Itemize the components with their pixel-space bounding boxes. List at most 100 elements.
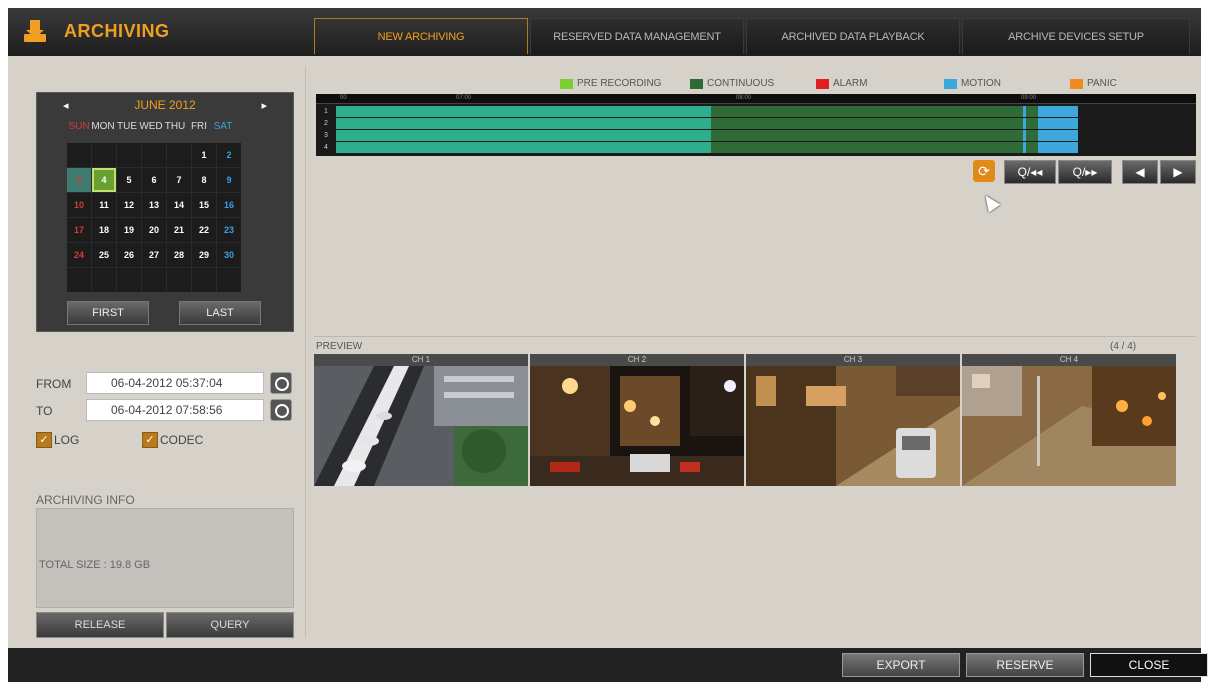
calendar-day[interactable]: 6 (142, 168, 166, 192)
timeline-ruler: 00 07:00 08:00 09:00 (316, 94, 1196, 104)
zoom-out-button[interactable]: Q/◂◂ (1004, 160, 1056, 184)
calendar-day[interactable] (217, 268, 241, 292)
calendar-day[interactable]: 14 (167, 193, 191, 217)
camera-ch2[interactable]: CH 2 (530, 354, 744, 488)
calendar-day[interactable] (117, 143, 141, 167)
prev-page-button[interactable]: ◀ (1122, 160, 1158, 184)
reserve-button[interactable]: RESERVE (966, 653, 1084, 677)
calendar-day[interactable]: 13 (142, 193, 166, 217)
next-month-icon[interactable]: ▸ (261, 99, 267, 112)
refresh-icon[interactable]: ⟳ (973, 160, 995, 182)
calendar-day[interactable] (192, 268, 216, 292)
continuous-swatch (690, 78, 703, 89)
first-button[interactable]: FIRST (67, 301, 149, 325)
calendar-day[interactable]: 17 (67, 218, 91, 242)
calendar-day[interactable] (142, 268, 166, 292)
calendar-day[interactable]: 2 (217, 143, 241, 167)
camera-image-street-corner (962, 366, 1176, 486)
calendar-day[interactable] (167, 268, 191, 292)
legend-label: PANIC (1087, 78, 1117, 89)
alarm-swatch (816, 78, 829, 89)
tab-new-archiving[interactable]: NEW ARCHIVING (314, 18, 528, 54)
camera-title: CH 2 (530, 354, 744, 366)
timeline-row-ch3 (336, 130, 1111, 141)
calendar-day[interactable]: 8 (192, 168, 216, 192)
calendar-day[interactable]: 1 (192, 143, 216, 167)
calendar-day[interactable] (92, 268, 116, 292)
calendar-day[interactable] (117, 268, 141, 292)
calendar-day[interactable]: 5 (117, 168, 141, 192)
preview-count: (4 / 4) (1110, 341, 1137, 352)
calendar: ◂ JUNE 2012 ▸ SUN MON TUE WED THU FRI SA… (36, 92, 294, 332)
next-page-button[interactable]: ▶ (1160, 160, 1196, 184)
weekday-tue: TUE (117, 121, 137, 132)
legend-motion: MOTION (944, 78, 1001, 89)
camera-ch3[interactable]: CH 3 (746, 354, 960, 488)
from-field[interactable]: 06-04-2012 05:37:04 (86, 372, 264, 394)
weekday-mon: MON (91, 121, 115, 132)
calendar-day[interactable]: 9 (217, 168, 241, 192)
release-button[interactable]: RELEASE (36, 612, 164, 638)
legend-label: CONTINUOUS (707, 78, 775, 89)
bottom-bar: EXPORT RESERVE CLOSE (8, 648, 1208, 682)
calendar-day[interactable]: 18 (92, 218, 116, 242)
query-button[interactable]: QUERY (166, 612, 294, 638)
calendar-day[interactable]: 10 (67, 193, 91, 217)
calendar-day[interactable]: 20 (142, 218, 166, 242)
pre-recording-swatch (560, 78, 573, 89)
camera-image-parking (314, 366, 528, 486)
from-clock-icon[interactable] (270, 372, 292, 394)
calendar-day[interactable]: 23 (217, 218, 241, 242)
tab-reserved-data-management[interactable]: RESERVED DATA MANAGEMENT (530, 18, 744, 54)
legend-label: MOTION (961, 78, 1001, 89)
tab-archived-data-playback[interactable]: ARCHIVED DATA PLAYBACK (746, 18, 960, 54)
from-label: FROM (36, 377, 72, 391)
zoom-in-button[interactable]: Q/▸▸ (1058, 160, 1112, 184)
camera-ch1[interactable]: CH 1 (314, 354, 528, 488)
calendar-day[interactable] (67, 268, 91, 292)
calendar-day[interactable] (142, 143, 166, 167)
calendar-day[interactable]: 19 (117, 218, 141, 242)
close-button[interactable]: CLOSE (1090, 653, 1208, 677)
to-clock-icon[interactable] (270, 399, 292, 421)
export-button[interactable]: EXPORT (842, 653, 960, 677)
prev-month-icon[interactable]: ◂ (63, 99, 69, 112)
tab-archive-devices-setup[interactable]: ARCHIVE DEVICES SETUP (962, 18, 1190, 54)
calendar-day[interactable]: 12 (117, 193, 141, 217)
codec-checkbox[interactable]: ✓ (142, 432, 158, 448)
last-button[interactable]: LAST (179, 301, 261, 325)
archiving-info-panel: TOTAL SIZE : 19.8 GB (36, 508, 294, 608)
main-content: ◂ JUNE 2012 ▸ SUN MON TUE WED THU FRI SA… (8, 56, 1201, 648)
archiving-info-title: ARCHIVING INFO (36, 493, 135, 507)
calendar-day[interactable]: 7 (167, 168, 191, 192)
calendar-day[interactable] (92, 143, 116, 167)
calendar-day[interactable]: 26 (117, 243, 141, 267)
calendar-day[interactable]: 22 (192, 218, 216, 242)
to-field[interactable]: 06-04-2012 07:58:56 (86, 399, 264, 421)
channel-label: 3 (324, 132, 328, 139)
camera-ch4[interactable]: CH 4 (962, 354, 1176, 488)
app-title: ARCHIVING (64, 21, 170, 41)
calendar-day[interactable]: 11 (92, 193, 116, 217)
calendar-day[interactable]: 25 (92, 243, 116, 267)
timeline[interactable]: 00 07:00 08:00 09:00 1 2 3 4 (316, 94, 1196, 156)
archiving-window: ARCHIVING NEW ARCHIVING RESERVED DATA MA… (8, 8, 1208, 682)
log-checkbox[interactable]: ✓ (36, 432, 52, 448)
calendar-day[interactable]: 3 (67, 168, 91, 192)
calendar-day[interactable]: 30 (217, 243, 241, 267)
archive-icon (24, 20, 46, 42)
weekday-fri: FRI (190, 121, 208, 132)
calendar-day[interactable] (67, 143, 91, 167)
calendar-day[interactable]: 15 (192, 193, 216, 217)
calendar-day[interactable]: 28 (167, 243, 191, 267)
calendar-day[interactable] (167, 143, 191, 167)
calendar-day[interactable]: 4 (92, 168, 116, 192)
calendar-day[interactable]: 29 (192, 243, 216, 267)
camera-image-alley (746, 366, 960, 486)
calendar-day[interactable]: 27 (142, 243, 166, 267)
calendar-day[interactable]: 16 (217, 193, 241, 217)
calendar-day[interactable]: 21 (167, 218, 191, 242)
section-divider (314, 336, 1196, 337)
legend-label: PRE RECORDING (577, 78, 662, 89)
calendar-day[interactable]: 24 (67, 243, 91, 267)
